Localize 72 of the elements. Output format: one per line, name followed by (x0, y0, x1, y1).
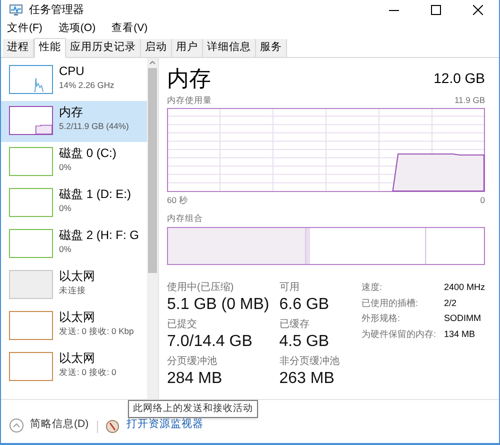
tab[interactable]: 进程 (3, 39, 34, 57)
device-name: CPU (59, 63, 86, 79)
chart-label: 内存使用量 (167, 94, 212, 107)
panel-title: 内存 (167, 66, 211, 92)
sidebar-item[interactable]: 磁盘 1 (D: E:) 0% (1, 183, 147, 224)
property-label: 外形规格: (361, 312, 401, 326)
stat-value: 4.5 GB (279, 332, 330, 352)
tab[interactable]: 用户 (172, 39, 203, 57)
monitor-icon (9, 4, 23, 16)
scrollbar-thumb[interactable] (148, 68, 157, 273)
device-detail: 0% (59, 161, 72, 173)
window-title: 任务管理器 (29, 2, 84, 18)
device-detail: 5.2/11.9 GB (44%) (59, 120, 129, 132)
property-label: 已使用的插槽: (361, 296, 419, 310)
stat-label: 使用中(已压缩) (167, 281, 235, 294)
stat-value: 5.1 GB (0 MB) (167, 295, 270, 316)
stat-value: 263 MB (279, 369, 336, 390)
sidebar-item[interactable]: 以太网 发送: 0 接收: 0 (1, 347, 147, 388)
tab[interactable]: 详细信息 (203, 39, 256, 57)
chart-max: 11.9 GB (454, 94, 485, 107)
tab[interactable]: 应用历史记录 (66, 39, 141, 57)
summary-button[interactable]: 简略信息(D) (9, 417, 89, 433)
sidebar-item[interactable]: CPU 14% 2.26 GHz (1, 60, 147, 101)
device-detail: 发送: 0 接收: 0 Kbp (59, 325, 134, 337)
device-detail: 未连接 (59, 284, 87, 296)
tab[interactable]: 服务 (256, 39, 287, 57)
tab[interactable]: 性能 (34, 38, 66, 58)
total-memory: 12.0 GB (434, 69, 485, 88)
stat-label: 分页缓冲池 (167, 355, 218, 368)
tab[interactable]: 启动 (141, 39, 172, 57)
menu-item[interactable]: 文件(F) (5, 21, 44, 37)
stat-value: 284 MB (167, 369, 224, 390)
menu-item[interactable]: 选项(O) (56, 21, 98, 37)
sidebar-item[interactable]: 磁盘 0 (C:) 0% (1, 142, 147, 183)
resource-monitor-icon (106, 420, 119, 433)
property-value: 2400 MHz (444, 281, 485, 294)
scrollbar[interactable] (147, 58, 158, 399)
device-name: 以太网 (59, 309, 96, 325)
device-detail: 0% (59, 243, 72, 255)
device-name: 磁盘 2 (H: F: G (59, 227, 140, 243)
device-detail: 发送: 0 接收: 0 (59, 366, 116, 378)
property-value: 134 MB (444, 328, 476, 341)
device-detail: 14% 2.26 GHz (59, 79, 114, 91)
property-value: SODIMM (444, 312, 482, 326)
device-name: 内存 (59, 104, 84, 120)
time-start: 60 秒 (167, 194, 188, 206)
device-name: 以太网 (59, 350, 96, 366)
property-label: 速度: (361, 281, 383, 294)
resource-monitor-link[interactable]: 打开资源监视器 (126, 417, 204, 433)
device-name: 磁盘 0 (C:) (59, 145, 116, 161)
close-icon (473, 5, 483, 15)
property-label: 为硬件保留的内存: (361, 328, 436, 341)
device-name: 磁盘 1 (D: E:) (59, 186, 132, 202)
stat-label: 已缓存 (279, 318, 310, 332)
device-detail: 0% (59, 202, 72, 214)
collapse-icon (9, 418, 24, 433)
time-end: 0 (480, 194, 485, 206)
stat-label: 非分页缓冲池 (279, 355, 340, 368)
stat-label: 可用 (279, 281, 300, 294)
tooltip: 此网络上的发送和接收活动 (128, 400, 258, 418)
stat-value: 7.0/14.4 GB (167, 332, 254, 352)
device-name: 以太网 (59, 268, 95, 284)
sidebar-item[interactable]: 内存 5.2/11.9 GB (44%) (1, 101, 147, 142)
chart-label: 内存组合 (167, 212, 204, 224)
menu-item[interactable]: 查看(V) (110, 21, 150, 37)
stat-value: 6.6 GB (279, 295, 330, 316)
property-value: 2/2 (444, 296, 458, 310)
sidebar-item[interactable]: 磁盘 2 (H: F: G 0% (1, 224, 147, 265)
stat-label: 已提交 (167, 318, 198, 332)
sidebar-item[interactable]: 以太网 发送: 0 接收: 0 Kbp (1, 306, 147, 347)
maximize-icon (431, 5, 441, 15)
sidebar-item[interactable]: 以太网 未连接 (1, 265, 147, 306)
